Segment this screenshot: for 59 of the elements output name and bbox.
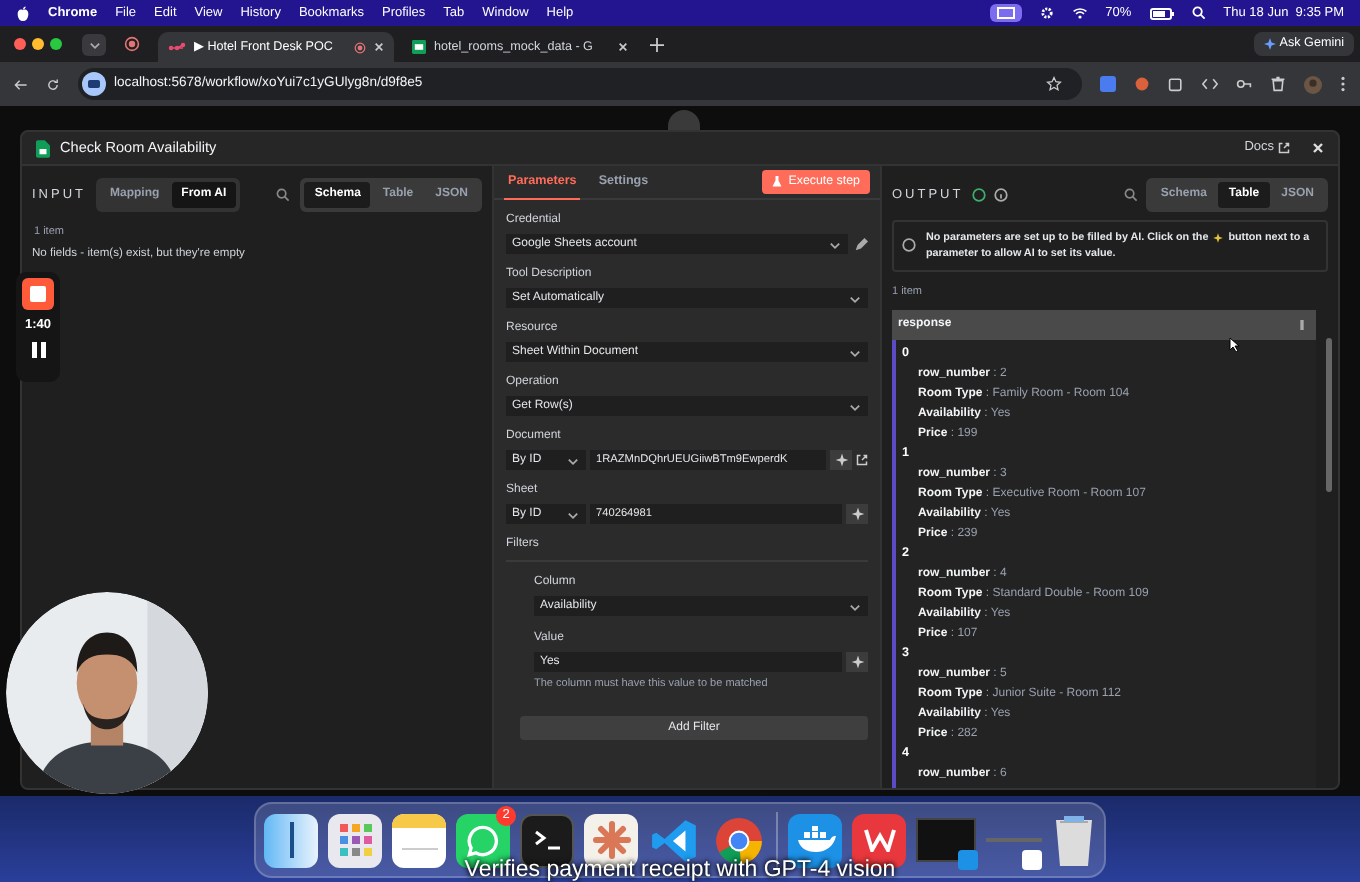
split-square-icon[interactable] [264, 813, 318, 867]
wifi-icon[interactable] [1071, 6, 1088, 20]
chevron-down-icon [828, 237, 842, 251]
chevron-down-icon [566, 453, 580, 467]
close-window-button[interactable] [14, 38, 26, 50]
nodes-icon [168, 41, 186, 53]
ai-fill-button[interactable] [846, 652, 868, 672]
display-icon[interactable] [989, 4, 1022, 22]
trash-icon[interactable] [1270, 76, 1286, 92]
success-icon [971, 188, 986, 202]
star-icon[interactable] [1046, 76, 1062, 92]
minimize-window-button[interactable] [32, 38, 44, 50]
chevron-down-icon [848, 399, 862, 413]
site-info-icon [82, 72, 106, 96]
stop-recording-button[interactable] [22, 278, 54, 310]
chevron-down-icon [87, 37, 101, 51]
tab-search-button[interactable] [82, 33, 106, 55]
external-link-icon[interactable] [856, 454, 868, 466]
sparkle-icon [1263, 38, 1276, 50]
chevron-down-icon [566, 507, 580, 521]
close-icon[interactable] [1312, 142, 1324, 154]
info-icon [902, 238, 916, 252]
recording-icon [354, 41, 366, 53]
flask-icon [772, 176, 783, 188]
sparkle-icon [833, 452, 849, 468]
more-icon[interactable] [1340, 76, 1346, 92]
external-link-icon [1278, 142, 1290, 154]
ai-fill-button[interactable] [830, 450, 852, 470]
pencil-icon[interactable] [854, 237, 868, 251]
grid-icon[interactable] [328, 813, 382, 867]
chevron-down-icon [848, 345, 862, 359]
code-icon[interactable] [1202, 76, 1218, 92]
close-icon[interactable] [618, 42, 628, 52]
sparkle-icon [849, 654, 865, 670]
sparkle-icon [849, 506, 865, 522]
reload-icon[interactable] [46, 77, 60, 91]
trash-icon[interactable] [1052, 812, 1096, 868]
new-tab-icon[interactable] [650, 37, 664, 51]
zoom-window-button[interactable] [50, 38, 62, 50]
sparkle-icon [1212, 232, 1225, 244]
back-icon[interactable] [14, 77, 28, 91]
key-icon[interactable] [1236, 76, 1252, 92]
cursor-icon [1228, 336, 1240, 352]
chevron-down-icon [848, 291, 862, 305]
apple-icon[interactable] [16, 5, 30, 21]
extension-icon[interactable] [1134, 76, 1150, 92]
gear-icon[interactable] [1039, 6, 1054, 20]
info-icon [993, 188, 1008, 202]
drag-handle-icon[interactable] [1300, 320, 1304, 331]
search-icon[interactable] [1191, 6, 1206, 20]
spreadsheet-icon [36, 139, 50, 157]
pause-icon[interactable] [31, 341, 45, 358]
spreadsheet-icon [412, 40, 426, 54]
recording-tab-icon[interactable] [124, 36, 140, 52]
chevron-down-icon [848, 599, 862, 613]
close-icon[interactable] [374, 42, 384, 52]
battery-icon[interactable] [1149, 7, 1174, 19]
ai-fill-button[interactable] [846, 504, 868, 524]
notepad-icon[interactable] [392, 813, 446, 867]
